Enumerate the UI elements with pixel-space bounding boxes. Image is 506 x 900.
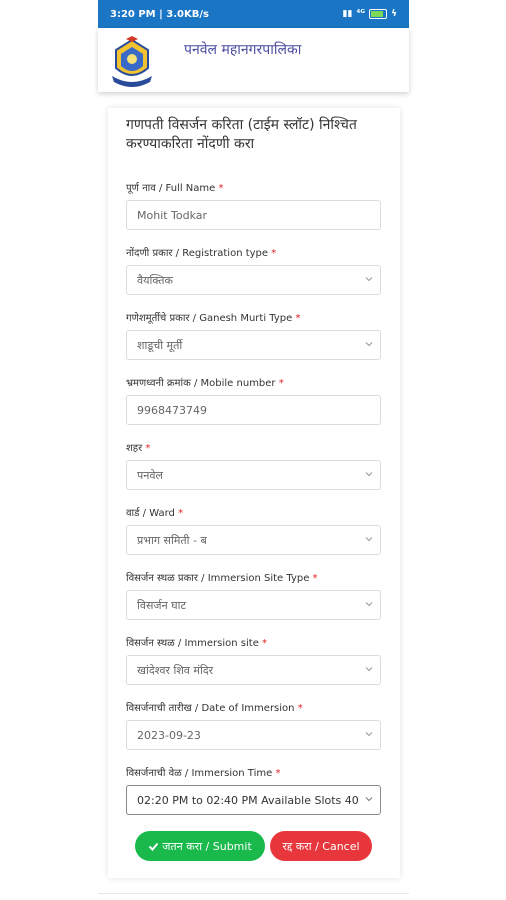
label-ward: वार्ड / Ward *: [126, 508, 184, 519]
label-immersion-time: विसर्जनाची वेळ / Immersion Time *: [126, 768, 281, 779]
submit-button[interactable]: जतन करा / Submit: [135, 831, 265, 861]
chevron-down-icon: [365, 472, 373, 477]
form-title: गणपती विसर्जन करिता (टाईम स्लॉट) निश्चित…: [126, 117, 357, 152]
battery-icon: [369, 9, 388, 19]
status-time: 3:20 PM | 3.0KB/s: [110, 8, 209, 20]
label-mobile-number: भ्रमणध्वनी क्रमांक / Mobile number *: [126, 378, 284, 389]
status-icons: ▮▮ ⁴ᴳ ϟ: [343, 9, 397, 19]
full-name-input[interactable]: Mohit Todkar: [126, 200, 381, 230]
label-immersion-date: विसर्जनाची तारीख / Date of Immersion *: [126, 703, 303, 714]
signal-icon: ▮▮: [342, 9, 353, 19]
check-icon: [149, 842, 159, 851]
label-immersion-site: विसर्जन स्थळ / Immersion site *: [126, 638, 268, 649]
immersion-date-select[interactable]: 2023-09-23: [126, 720, 381, 750]
city-select[interactable]: पनवेल: [126, 460, 381, 490]
municipal-emblem-icon: [112, 36, 152, 87]
chevron-down-icon: [365, 537, 373, 542]
chevron-down-icon: [365, 797, 373, 802]
chevron-down-icon: [365, 602, 373, 607]
charging-icon: ϟ: [391, 9, 397, 19]
app-title: पनवेल महानगरपालिका: [184, 42, 302, 58]
bottom-divider: [98, 893, 409, 894]
app-header: पनवेल महानगरपालिका: [98, 28, 409, 92]
label-murti-type: गणेशमूर्तीचे प्रकार / Ganesh Murti Type …: [126, 313, 301, 324]
chevron-down-icon: [365, 277, 373, 282]
cancel-button[interactable]: रद्द करा / Cancel: [270, 831, 372, 861]
network-type: ⁴ᴳ: [356, 9, 366, 19]
mobile-number-input[interactable]: 9968473749: [126, 395, 381, 425]
label-city: शहर *: [126, 443, 151, 454]
label-registration-type: नोंदणी प्रकार / Registration type *: [126, 248, 277, 259]
chevron-down-icon: [365, 732, 373, 737]
ward-select[interactable]: प्रभाग समिती - ब: [126, 525, 381, 555]
label-full-name: पूर्ण नाव / Full Name *: [126, 183, 224, 194]
status-bar: 3:20 PM | 3.0KB/s ▮▮ ⁴ᴳ ϟ: [98, 0, 409, 28]
immersion-time-select[interactable]: 02:20 PM to 02:40 PM Available Slots 40: [126, 785, 381, 815]
murti-type-select[interactable]: शाडूची मूर्ती: [126, 330, 381, 360]
chevron-down-icon: [365, 342, 373, 347]
registration-type-select[interactable]: वैयक्तिक: [126, 265, 381, 295]
label-immersion-site-type: विसर्जन स्थळ प्रकार / Immersion Site Typ…: [126, 573, 318, 584]
chevron-down-icon: [365, 667, 373, 672]
immersion-site-type-select[interactable]: विसर्जन घाट: [126, 590, 381, 620]
immersion-site-select[interactable]: खांदेश्वर शिव मंदिर: [126, 655, 381, 685]
